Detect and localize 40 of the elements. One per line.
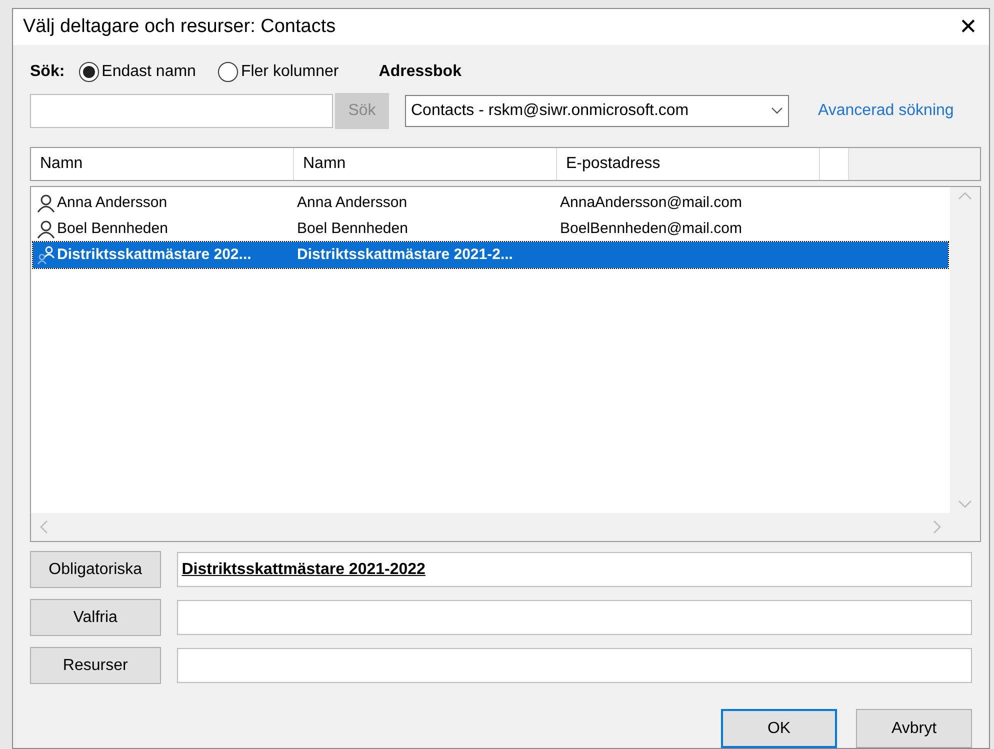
column-header[interactable]: Namn (31, 148, 294, 180)
radio-option[interactable]: Endast namn (78, 60, 196, 84)
table-cell-text: AnnaAndersson@mail.com (560, 192, 742, 213)
person-icon (35, 219, 57, 239)
chevron-down-icon (771, 107, 783, 115)
advanced-search-link[interactable]: Avancerad sökning (818, 99, 954, 123)
people-icon (35, 245, 57, 265)
table-cell-text: Boel Bennheden (57, 218, 168, 239)
radio-option[interactable]: Fler kolumner (218, 60, 339, 84)
table-cell-text: BoelBennheden@mail.com (560, 218, 742, 239)
dialog-button[interactable]: Avbryt (856, 709, 972, 748)
person-icon (35, 193, 57, 213)
table-cell-text: Boel Bennheden (297, 218, 408, 239)
address-book-dropdown[interactable]: Contacts - rskm@siwr.onmicrosoft.com (405, 95, 789, 127)
column-header[interactable]: E-postadress (557, 148, 820, 180)
scroll-left-icon[interactable] (39, 520, 49, 534)
search-field[interactable] (30, 94, 333, 128)
recipient-button[interactable]: Valfria (30, 599, 161, 636)
table-cell-text: Anna Andersson (297, 192, 408, 213)
table-row[interactable]: Anna Andersson Anna Andersson AnnaAndersson@mail.com (33, 190, 948, 216)
search-label: Sök: (30, 62, 65, 82)
window-title: Välj deltagare och resurser: Contacts (23, 14, 336, 39)
table-row[interactable]: Boel Bennheden Boel Bennheden BoelBennheden@mail.com (33, 216, 948, 242)
address-book-label: Adressbok (378, 62, 462, 82)
column-header (820, 148, 849, 180)
column-header[interactable]: Namn (294, 148, 557, 180)
close-button[interactable]: ✕ (959, 16, 977, 38)
scroll-up-icon[interactable] (958, 191, 972, 201)
scroll-down-icon[interactable] (958, 499, 972, 509)
recipient-field[interactable] (176, 600, 972, 635)
table-cell-text: Anna Andersson (57, 192, 168, 213)
table-row[interactable]: Distriktsskattmästare 202... Distriktsskattmästare 2021-2... (33, 242, 948, 268)
recipient-button[interactable]: Resurser (30, 647, 161, 684)
recipient-field[interactable]: Distriktsskattmästare 2021-2022 (176, 552, 972, 587)
scroll-right-icon[interactable] (932, 520, 942, 534)
table-cell-text: Distriktsskattmästare 202... (57, 244, 252, 265)
recipient-field[interactable] (176, 648, 972, 683)
table-cell-text: Distriktsskattmästare 2021-2... (297, 244, 513, 265)
recipient-button[interactable]: Obligatoriska (30, 551, 161, 588)
dialog-button[interactable]: OK (721, 709, 837, 748)
